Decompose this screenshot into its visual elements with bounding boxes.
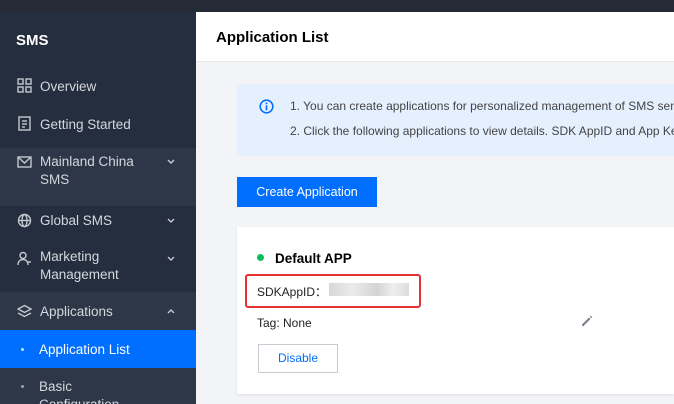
info-icon	[259, 99, 274, 114]
sidebar: SMS Overview Getting Started Mainland Ch…	[0, 12, 196, 404]
envelope-icon	[17, 156, 32, 168]
info-line-2: 2. Click the following applications to v…	[290, 124, 674, 138]
sidebar-subitem-application-list[interactable]: Application List	[0, 330, 196, 368]
info-line-1: 1. You can create applications for perso…	[290, 99, 674, 113]
sidebar-item-mainland-china-sms[interactable]: Mainland China SMS	[0, 148, 196, 206]
sidebar-item-label: Getting Started	[40, 117, 131, 132]
sidebar-item-label: Application List	[39, 342, 130, 357]
application-name: Default APP	[275, 251, 352, 266]
page-title: Application List	[216, 29, 329, 46]
sidebar-item-label: Applications	[40, 304, 113, 319]
application-card[interactable]: Default APP SDKAppID： Tag: None Disable	[237, 227, 674, 394]
bullet-icon	[21, 348, 24, 351]
create-application-button[interactable]: Create Application	[237, 177, 377, 207]
edit-pencil-icon[interactable]	[580, 314, 594, 328]
sidebar-item-global-sms[interactable]: Global SMS	[0, 208, 196, 234]
sidebar-item-marketing-management[interactable]: Marketing Management	[0, 246, 196, 286]
chevron-down-icon	[167, 218, 175, 223]
sidebar-item-overview[interactable]: Overview	[0, 74, 196, 98]
tag-text: Tag: None	[257, 316, 312, 330]
sidebar-item-label: Overview	[40, 79, 97, 94]
bullet-icon	[21, 385, 24, 388]
sidebar-item-label: Basic Configuration	[39, 379, 119, 404]
page-header: Application List	[196, 12, 674, 62]
sidebar-item-getting-started[interactable]: Getting Started	[0, 112, 196, 136]
sidebar-item-label: Global SMS	[40, 213, 113, 228]
document-icon	[18, 116, 31, 131]
chevron-down-icon	[167, 159, 175, 164]
grid-icon	[17, 78, 32, 93]
sidebar-item-label: Mainland China SMS	[40, 154, 134, 187]
user-group-icon	[17, 251, 31, 266]
status-dot	[257, 254, 264, 261]
sidebar-item-label: Marketing Management	[40, 249, 119, 282]
globe-icon	[17, 213, 32, 228]
sidebar-subitem-basic-configuration[interactable]: Basic Configuration	[0, 368, 196, 404]
product-title: SMS	[16, 32, 49, 49]
info-banner: 1. You can create applications for perso…	[237, 84, 674, 156]
sidebar-item-applications[interactable]: Applications	[0, 292, 196, 330]
chevron-up-icon	[167, 309, 175, 314]
sdk-appid-label: SDKAppID：	[257, 285, 328, 299]
sdk-appid-redacted-value	[329, 283, 409, 296]
layers-icon	[17, 304, 32, 318]
top-bar	[0, 0, 674, 12]
chevron-down-icon	[167, 256, 175, 261]
disable-button[interactable]: Disable	[258, 344, 338, 373]
